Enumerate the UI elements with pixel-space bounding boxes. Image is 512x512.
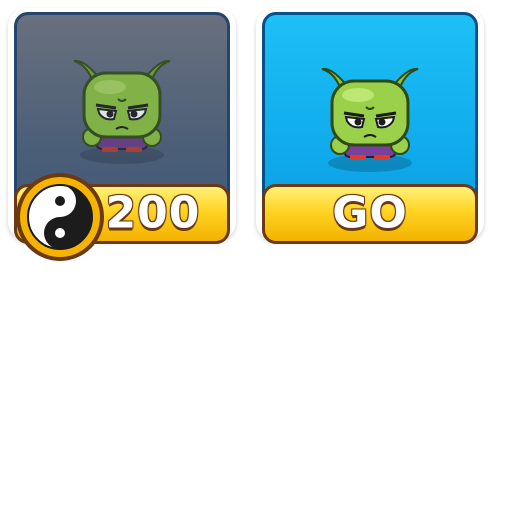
locked-character-card[interactable]: 200 — [8, 8, 236, 261]
go-button-label: GO — [332, 187, 408, 239]
yin-yang-coin-icon — [16, 173, 104, 261]
green-alien-icon — [73, 59, 171, 164]
go-button[interactable]: GO — [262, 184, 478, 244]
unlocked-character-card[interactable]: GO — [256, 8, 484, 244]
green-alien-icon — [321, 67, 419, 172]
